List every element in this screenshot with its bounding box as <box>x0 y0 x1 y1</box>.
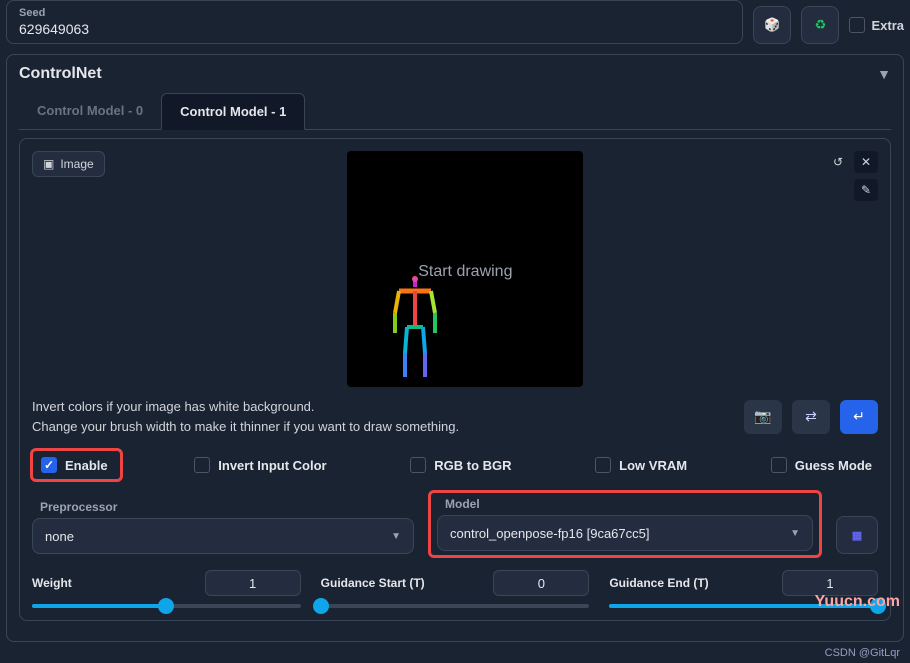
clear-button[interactable]: ✕ <box>854 151 878 173</box>
close-icon: ✕ <box>861 155 871 169</box>
enable-label: Enable <box>65 458 108 473</box>
drawing-canvas[interactable]: Start drawing <box>347 151 583 387</box>
gstart-value[interactable]: 0 <box>493 570 589 596</box>
send-button[interactable]: ↵ <box>840 400 878 434</box>
model-select[interactable]: control_openpose-fp16 [9ca67cc5] ▼ <box>437 515 813 551</box>
watermark-author: CSDN @GitLqr <box>825 647 900 659</box>
image-tab-button[interactable]: ▣ Image <box>32 151 105 177</box>
collapse-toggle[interactable]: ▼ <box>877 66 891 82</box>
enable-highlight: Enable <box>30 448 123 482</box>
seed-value: 629649063 <box>19 21 730 37</box>
rgb-label: RGB to BGR <box>434 458 511 473</box>
preprocessor-label: Preprocessor <box>32 500 414 514</box>
undo-icon: ↺ <box>833 155 843 169</box>
dice-button[interactable]: 🎲 <box>753 6 791 44</box>
weight-label: Weight <box>32 576 72 590</box>
recycle-icon: ♻ <box>815 17 827 33</box>
swap-icon: ⇄ <box>805 408 817 425</box>
rgb-checkbox[interactable] <box>410 457 426 473</box>
edit-button[interactable]: ✎ <box>854 179 878 201</box>
weight-value[interactable]: 1 <box>205 570 301 596</box>
tab-content: ▣ Image Start drawing <box>19 138 891 621</box>
watermark-site: Yuucn.com <box>815 593 900 611</box>
gend-label: Guidance End (T) <box>609 576 708 590</box>
invert-checkbox[interactable] <box>194 457 210 473</box>
run-icon: ▦ <box>852 529 862 542</box>
chevron-down-icon: ▼ <box>790 528 800 539</box>
gstart-slider-group: Guidance Start (T) 0 <box>321 570 590 608</box>
run-button[interactable]: ▦ <box>836 516 878 554</box>
canvas-placeholder: Start drawing <box>347 263 583 281</box>
tab-model-0[interactable]: Control Model - 0 <box>19 93 161 130</box>
enable-checkbox[interactable] <box>41 457 57 473</box>
hint-text: Invert colors if your image has white ba… <box>32 397 459 436</box>
chevron-down-icon: ▼ <box>391 531 401 542</box>
preprocessor-select[interactable]: none ▼ <box>32 518 414 554</box>
weight-slider[interactable] <box>32 604 301 608</box>
model-highlight: Model control_openpose-fp16 [9ca67cc5] ▼ <box>428 490 822 558</box>
lowvram-checkbox[interactable] <box>595 457 611 473</box>
weight-slider-group: Weight 1 <box>32 570 301 608</box>
tab-model-1[interactable]: Control Model - 1 <box>161 93 305 130</box>
seed-field[interactable]: Seed 629649063 <box>6 0 743 44</box>
lowvram-label: Low VRAM <box>619 458 687 473</box>
send-icon: ↵ <box>853 408 865 425</box>
preprocessor-value: none <box>45 529 74 544</box>
invert-label: Invert Input Color <box>218 458 326 473</box>
pencil-icon: ✎ <box>861 183 871 197</box>
pose-figure <box>385 273 445 383</box>
guess-label: Guess Mode <box>795 458 872 473</box>
gstart-slider[interactable] <box>321 604 590 608</box>
swap-button[interactable]: ⇄ <box>792 400 830 434</box>
gstart-label: Guidance Start (T) <box>321 576 425 590</box>
controlnet-panel: ControlNet ▼ Control Model - 0 Control M… <box>6 54 904 642</box>
model-label: Model <box>437 497 813 511</box>
hint-line1: Invert colors if your image has white ba… <box>32 397 459 417</box>
recycle-button[interactable]: ♻ <box>801 6 839 44</box>
tabs: Control Model - 0 Control Model - 1 <box>19 93 891 130</box>
dice-icon: 🎲 <box>764 17 780 33</box>
guess-checkbox[interactable] <box>771 457 787 473</box>
seed-label: Seed <box>19 7 730 19</box>
model-value: control_openpose-fp16 [9ca67cc5] <box>450 526 649 541</box>
extra-checkbox[interactable] <box>849 17 865 33</box>
undo-button[interactable]: ↺ <box>826 151 850 173</box>
extra-label: Extra <box>871 18 904 33</box>
image-icon: ▣ <box>43 157 54 171</box>
camera-icon: 📷 <box>754 408 771 425</box>
hint-line2: Change your brush width to make it thinn… <box>32 417 459 437</box>
camera-button[interactable]: 📷 <box>744 400 782 434</box>
panel-title: ControlNet <box>19 65 102 83</box>
image-label: Image <box>60 157 93 171</box>
